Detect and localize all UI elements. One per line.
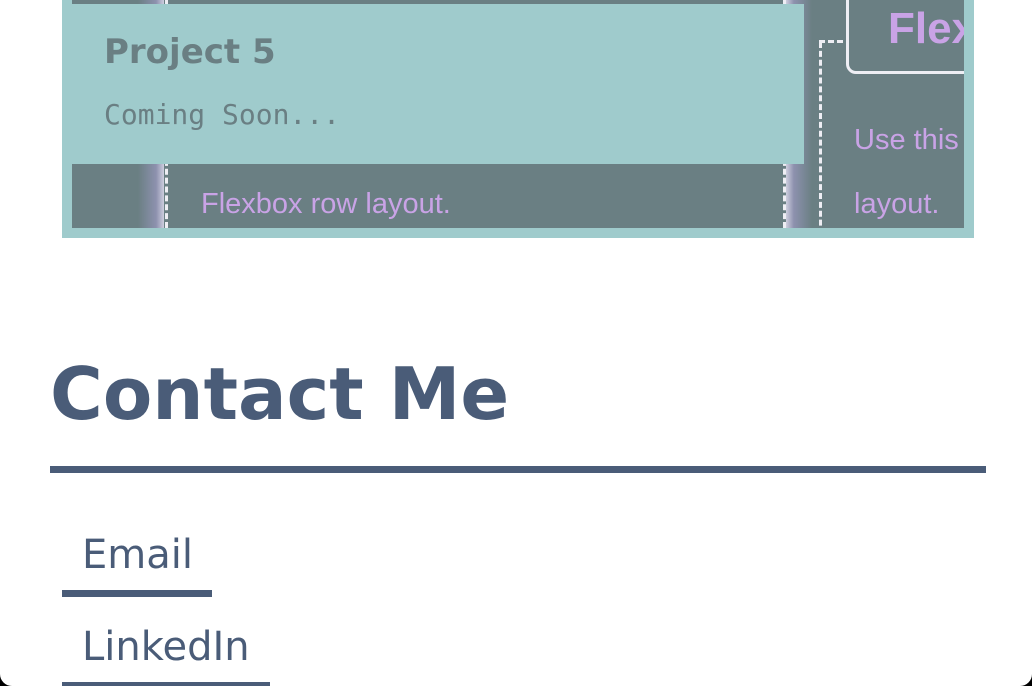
email-link[interactable]: Email [62,530,212,597]
project-description: Coming Soon... [104,98,341,131]
contact-divider [50,466,986,473]
contact-heading: Contact Me [50,352,510,436]
preview-right-text: Use this [854,124,959,156]
linkedin-link[interactable]: LinkedIn [62,622,270,686]
preview-right-text: layout. [854,188,940,220]
preview-row-text: Flexbox row layout. [201,188,451,220]
preview-right-title: Flex [888,4,964,53]
project-card[interactable]: Flex Use this layout. Flexbox row layout… [62,0,974,238]
preview-dashed-line [819,42,822,228]
preview-dashed-line [819,40,843,43]
page: Flex Use this layout. Flexbox row layout… [0,0,1032,686]
project-info-overlay: Project 5 Coming Soon... [72,4,804,164]
project-title: Project 5 [104,32,276,72]
